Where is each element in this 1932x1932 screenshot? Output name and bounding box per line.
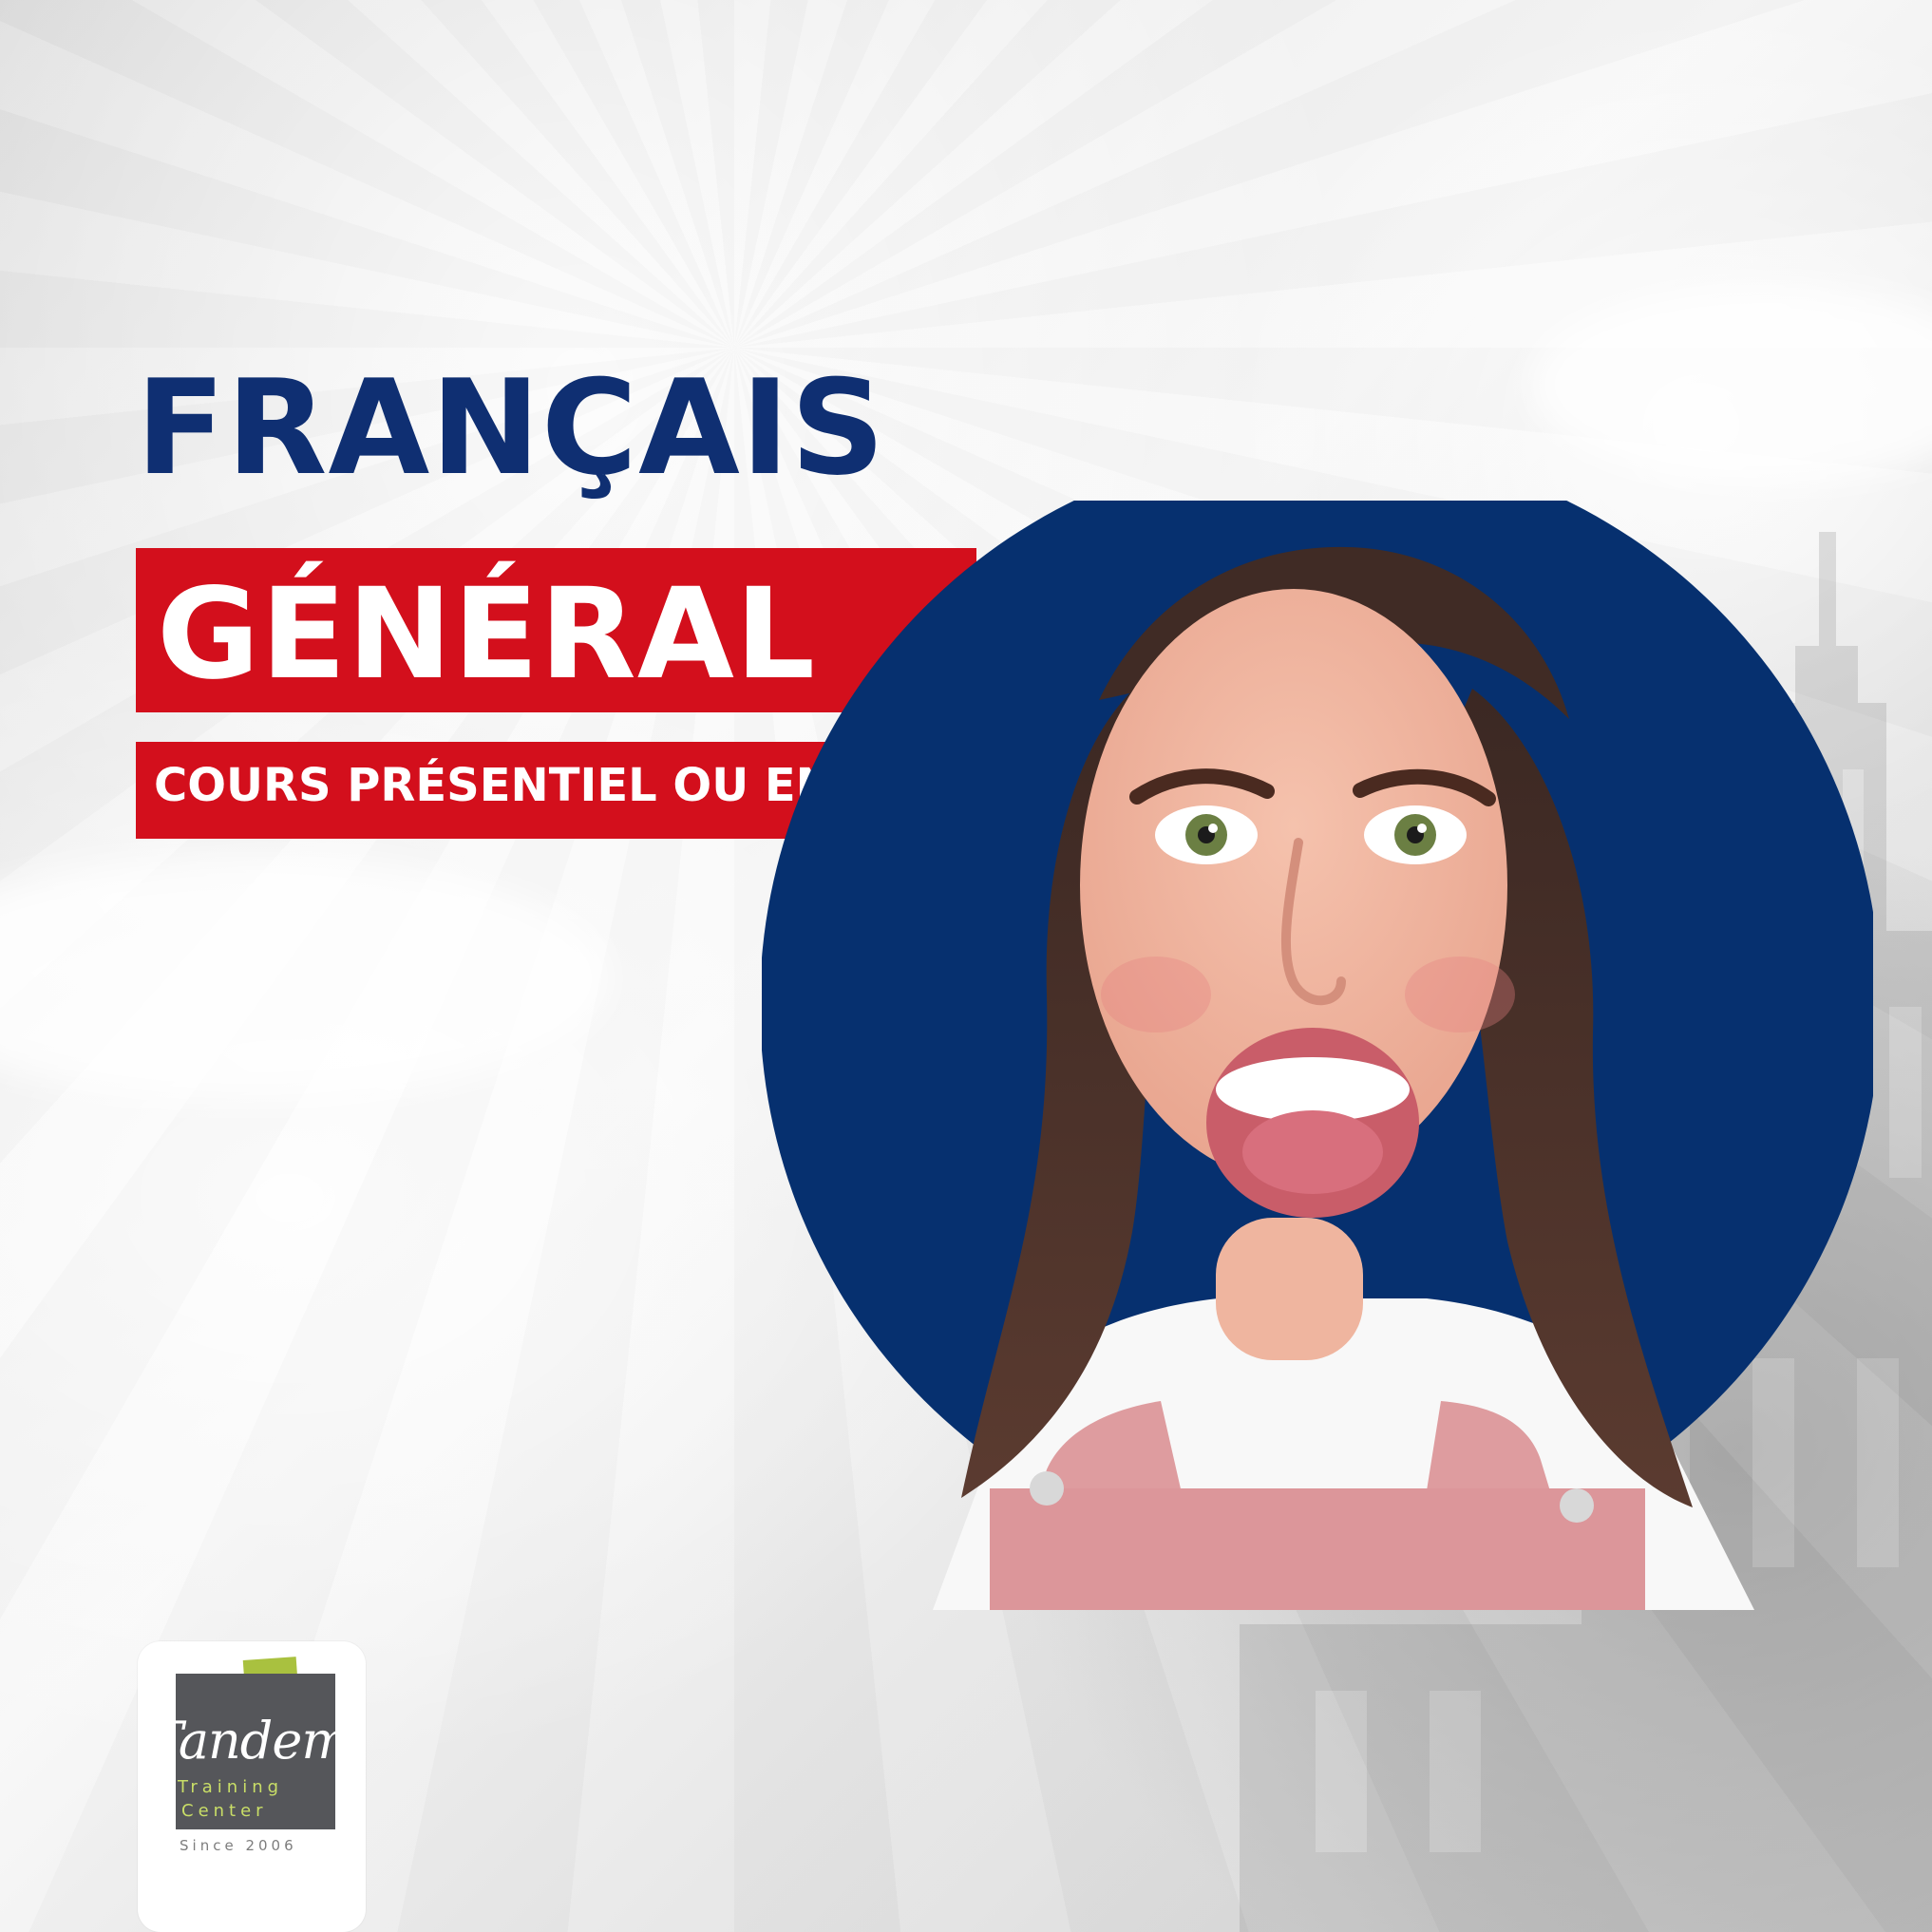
building-left-base xyxy=(1240,1624,1582,1932)
logo-training-text: Training xyxy=(178,1777,284,1797)
building-window xyxy=(1430,1691,1481,1852)
pink-overalls-bib xyxy=(990,1488,1645,1610)
building-window xyxy=(1316,1691,1367,1852)
brand-logo-card: Tandem Training Center Since 2006 xyxy=(138,1641,366,1932)
overalls-button-right xyxy=(1560,1488,1594,1523)
cheek-left xyxy=(1101,957,1211,1032)
page-title: FRANÇAIS xyxy=(136,351,886,504)
logo-center-text: Center xyxy=(181,1801,268,1821)
subtitle-main: GÉNÉRAL xyxy=(157,561,817,708)
tower-window xyxy=(1889,1007,1922,1178)
overalls-button-left xyxy=(1030,1471,1064,1506)
eye-highlight-left xyxy=(1208,824,1218,833)
tongue xyxy=(1242,1110,1383,1194)
neck xyxy=(1216,1218,1363,1360)
poster-background: FRANÇAIS GÉNÉRAL COURS PRÉSENTIEL OU EN … xyxy=(0,0,1932,1932)
logo-since-text: Since 2006 xyxy=(180,1837,297,1854)
eye-highlight-right xyxy=(1417,824,1427,833)
featured-person-image xyxy=(762,501,1873,1610)
person-illustration xyxy=(762,501,1873,1610)
logo-brand-name: Tandem xyxy=(149,1711,350,1771)
cheek-right xyxy=(1405,957,1515,1032)
